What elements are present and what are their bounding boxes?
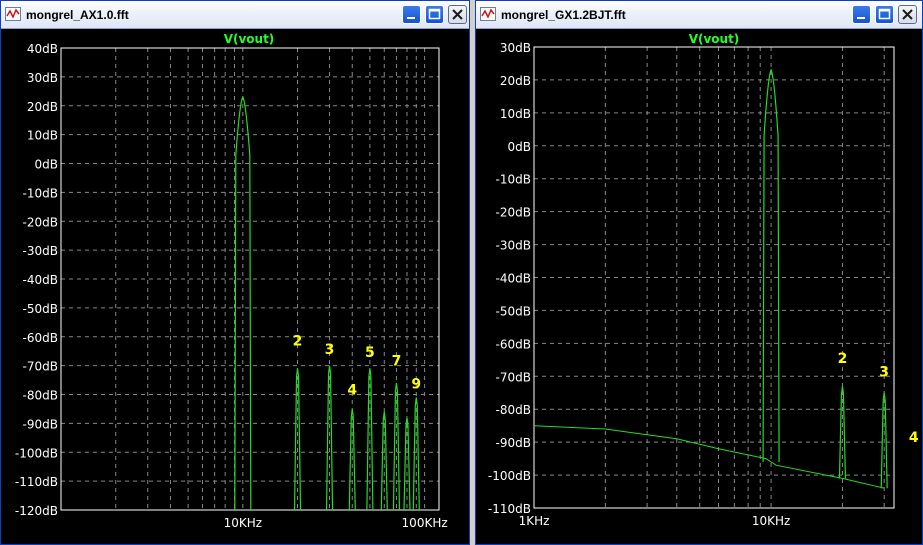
harmonic-label: 3 bbox=[325, 342, 335, 358]
x-tick-label: 1KHz bbox=[519, 514, 550, 528]
y-tick-label: -120dB bbox=[15, 504, 58, 518]
y-tick-label: -40dB bbox=[23, 273, 58, 287]
trace-label[interactable]: V(vout) bbox=[689, 32, 740, 46]
harmonic-label: 9 bbox=[411, 377, 421, 393]
y-tick-label: -70dB bbox=[496, 370, 531, 384]
x-tick-label: 100KHz bbox=[402, 516, 448, 530]
harmonic-label: 2 bbox=[838, 351, 848, 367]
harmonic-label: 3 bbox=[879, 364, 889, 380]
y-tick-label: 0dB bbox=[508, 140, 531, 154]
y-tick-label: -100dB bbox=[488, 469, 531, 483]
y-tick-label: -50dB bbox=[23, 302, 58, 316]
harmonic-peak bbox=[412, 397, 420, 510]
trace-group bbox=[234, 95, 420, 510]
close-button[interactable] bbox=[448, 5, 467, 24]
y-tick-label: -90dB bbox=[23, 417, 58, 431]
close-icon bbox=[902, 9, 913, 20]
y-tick-label: 20dB bbox=[500, 74, 531, 88]
y-tick-label: -60dB bbox=[23, 331, 58, 345]
maximize-button[interactable] bbox=[875, 5, 894, 24]
title-bar[interactable]: mongrel_AX1.0.fft bbox=[1, 1, 469, 29]
y-tick-label: -30dB bbox=[23, 244, 58, 258]
fft-chart[interactable]: 30dB 20dB 10dB 0dB -10dB -20dB -30dB -40dB -50dB… bbox=[476, 29, 922, 544]
y-tick-label: -80dB bbox=[23, 389, 58, 403]
close-icon bbox=[452, 9, 463, 20]
y-tick-label: -90dB bbox=[496, 436, 531, 450]
y-tick-label: 30dB bbox=[27, 71, 58, 85]
harmonic-label: 2 bbox=[293, 333, 303, 349]
fft-window-left[interactable]: mongrel_AX1.0.fft 40dB 30dB 20dB 10dB 0dB -10… bbox=[0, 0, 470, 545]
harmonic-label: 4 bbox=[909, 430, 919, 446]
y-tick-label: -80dB bbox=[496, 403, 531, 417]
x-tick-label: 10KHz bbox=[752, 514, 790, 528]
harmonic-label: 5 bbox=[365, 345, 375, 361]
y-tick-label: -40dB bbox=[496, 272, 531, 286]
trace-label[interactable]: V(vout) bbox=[224, 32, 275, 46]
plot-area[interactable]: 30dB 20dB 10dB 0dB -10dB -20dB -30dB -40dB -50dB… bbox=[476, 29, 922, 544]
y-tick-label: 20dB bbox=[27, 100, 58, 114]
maximize-icon bbox=[878, 8, 891, 20]
y-tick-label: 10dB bbox=[27, 129, 58, 143]
harmonic-label: 4 bbox=[347, 383, 357, 399]
plot-area[interactable]: 40dB 30dB 20dB 10dB 0dB -10dB -20dB -30dB -40dB -… bbox=[1, 29, 469, 544]
y-tick-label: 0dB bbox=[35, 158, 58, 172]
maximize-icon bbox=[428, 8, 441, 20]
fft-window-right[interactable]: mongrel_GX1.2BJT.fft 30dB 20dB 10dB 0dB -10d… bbox=[475, 0, 923, 545]
close-button[interactable] bbox=[898, 5, 917, 24]
y-tick-label: -50dB bbox=[496, 304, 531, 318]
fft-chart[interactable]: 40dB 30dB 20dB 10dB 0dB -10dB -20dB -30dB -40dB -… bbox=[1, 29, 469, 544]
y-tick-label: -10dB bbox=[23, 186, 58, 200]
waveform-app-icon[interactable] bbox=[480, 7, 496, 21]
y-tick-label: -110dB bbox=[15, 475, 58, 489]
maximize-button[interactable] bbox=[425, 5, 444, 24]
y-tick-label: -70dB bbox=[23, 360, 58, 374]
x-tick-label: 10KHz bbox=[224, 516, 262, 530]
y-tick-label: -100dB bbox=[15, 446, 58, 460]
y-tick-label: -20dB bbox=[23, 215, 58, 229]
y-tick-label: -10dB bbox=[496, 173, 531, 187]
title-bar[interactable]: mongrel_GX1.2BJT.fft bbox=[476, 1, 922, 29]
harmonic-peak bbox=[911, 459, 917, 494]
minimize-icon bbox=[407, 17, 415, 19]
minimize-button[interactable] bbox=[402, 5, 421, 24]
y-tick-label: -20dB bbox=[496, 206, 531, 220]
noise-floor-line bbox=[534, 425, 885, 489]
minimize-icon bbox=[857, 17, 865, 19]
harmonic-label: 7 bbox=[392, 354, 402, 370]
y-tick-label: 10dB bbox=[500, 107, 531, 121]
y-tick-label: 40dB bbox=[27, 42, 58, 56]
window-title: mongrel_AX1.0.fft bbox=[26, 8, 129, 22]
window-title: mongrel_GX1.2BJT.fft bbox=[501, 8, 626, 22]
y-tick-label: -30dB bbox=[496, 239, 531, 253]
minimize-button[interactable] bbox=[852, 5, 871, 24]
y-tick-label: 30dB bbox=[500, 41, 531, 55]
waveform-app-icon[interactable] bbox=[5, 7, 21, 21]
y-tick-label: -60dB bbox=[496, 337, 531, 351]
